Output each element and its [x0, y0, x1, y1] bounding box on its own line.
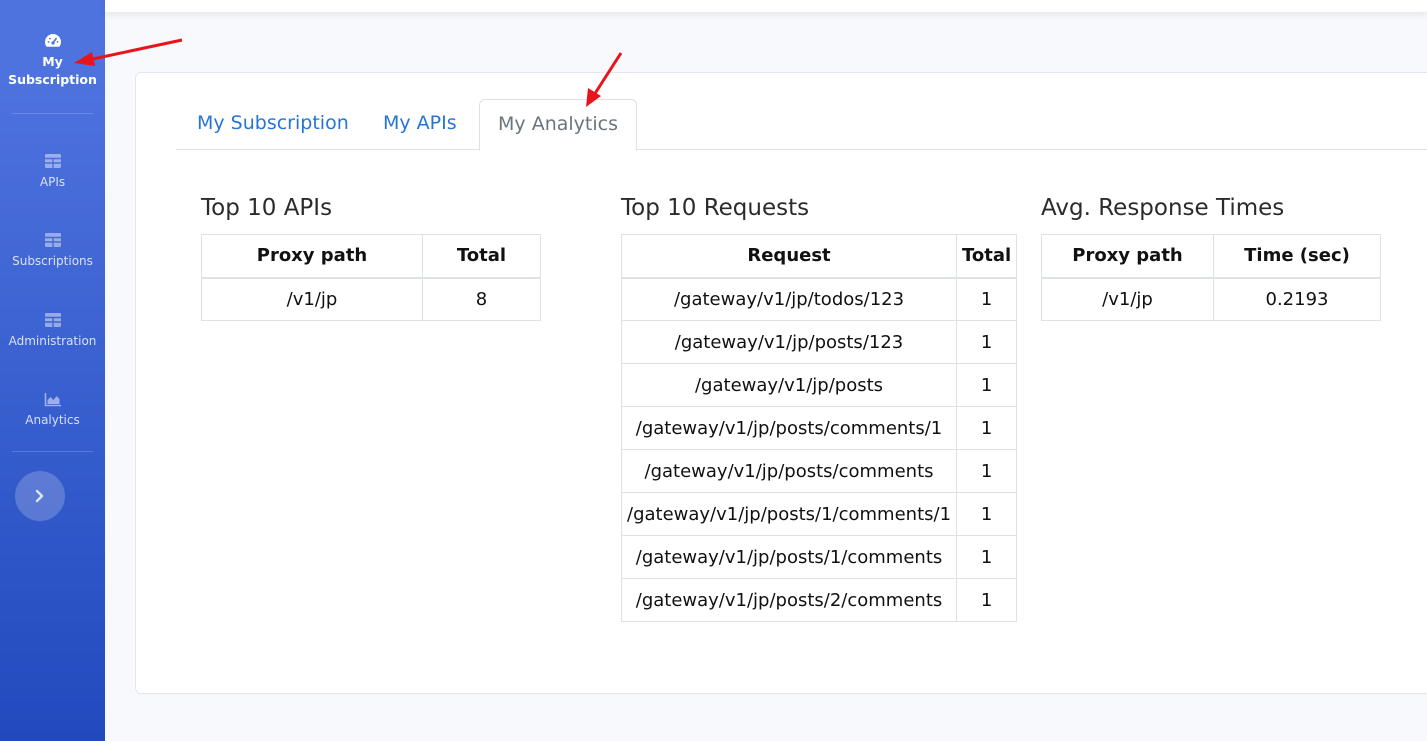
- tab-my-subscription[interactable]: My Subscription: [197, 99, 349, 150]
- table-header-row: Proxy path Time (sec): [1041, 234, 1381, 279]
- table-cell: 1: [956, 578, 1018, 622]
- column-header: Time (sec): [1213, 234, 1381, 279]
- column-header: Request: [620, 234, 958, 279]
- sidebar-item-administration[interactable]: Administration: [0, 312, 105, 350]
- table-cell: /gateway/v1/jp/posts: [620, 363, 958, 407]
- table-row: /v1/jp 0.2193: [1041, 277, 1381, 321]
- table-row: /gateway/v1/jp/posts/1/comments 1: [620, 535, 1018, 579]
- table-row: /gateway/v1/jp/posts/123 1: [620, 320, 1018, 364]
- table-cell: 8: [422, 277, 541, 321]
- table-cell: 0.2193: [1213, 277, 1381, 321]
- sidebar-item-subscriptions[interactable]: Subscriptions: [0, 232, 105, 270]
- table-cell: /v1/jp: [1041, 277, 1214, 321]
- top-requests-table: Request Total /gateway/v1/jp/todos/123 1 …: [620, 234, 1018, 622]
- top-apis-table: Proxy path Total /v1/jp 8: [201, 234, 541, 321]
- table-row: /gateway/v1/jp/todos/123 1: [620, 277, 1018, 321]
- table-cell: 1: [956, 277, 1018, 321]
- sidebar-item-label: Analytics: [25, 413, 80, 427]
- avg-response-table: Proxy path Time (sec) /v1/jp 0.2193: [1041, 234, 1381, 321]
- top-requests-title: Top 10 Requests: [621, 195, 810, 221]
- table-row: /gateway/v1/jp/posts 1: [620, 363, 1018, 407]
- tab-my-apis[interactable]: My APIs: [383, 99, 457, 150]
- sidebar-divider: [12, 113, 93, 114]
- analytics-card: My Subscription My APIs My Analytics Top…: [135, 72, 1427, 694]
- table-cell: 1: [956, 363, 1018, 407]
- tab-my-analytics[interactable]: My Analytics: [479, 99, 637, 151]
- sidebar-item-apis[interactable]: APIs: [0, 153, 105, 191]
- table-header-row: Proxy path Total: [201, 234, 541, 279]
- table-row: /gateway/v1/jp/posts/comments 1: [620, 449, 1018, 493]
- sidebar-item-label: My Subscription: [8, 54, 97, 87]
- tab-bar: My Subscription My APIs My Analytics: [176, 99, 1427, 151]
- sidebar-divider: [12, 451, 93, 452]
- topbar: [105, 0, 1427, 12]
- table-header-row: Request Total: [620, 234, 1018, 279]
- table-icon: [44, 312, 62, 328]
- table-cell: 1: [956, 320, 1018, 364]
- table-cell: 1: [956, 535, 1018, 579]
- table-icon: [44, 153, 62, 169]
- column-header: Total: [956, 234, 1018, 279]
- table-cell: /gateway/v1/jp/todos/123: [620, 277, 958, 321]
- column-header: Proxy path: [1041, 234, 1214, 279]
- sidebar-item-label: APIs: [39, 175, 66, 189]
- top-apis-title: Top 10 APIs: [201, 195, 333, 221]
- sidebar-item-label: Administration: [8, 334, 97, 348]
- sidebar-item-my-subscription[interactable]: My Subscription: [0, 33, 105, 89]
- tachometer-icon: [44, 33, 62, 49]
- table-cell: /gateway/v1/jp/posts/123: [620, 320, 958, 364]
- column-header: Total: [422, 234, 541, 279]
- table-row: /v1/jp 8: [201, 277, 541, 321]
- sidebar-item-analytics[interactable]: Analytics: [0, 391, 105, 429]
- table-cell: 1: [956, 406, 1018, 450]
- table-cell: /gateway/v1/jp/posts/comments/1: [620, 406, 958, 450]
- sidebar: My Subscription APIs Subscriptions Admin…: [0, 0, 105, 741]
- avg-response-title: Avg. Response Times: [1041, 195, 1285, 221]
- table-cell: /gateway/v1/jp/posts/1/comments: [620, 535, 958, 579]
- table-cell: 1: [956, 492, 1018, 536]
- table-cell: 1: [956, 449, 1018, 493]
- sidebar-toggle-button[interactable]: [15, 471, 65, 521]
- table-cell: /v1/jp: [201, 277, 423, 321]
- table-cell: /gateway/v1/jp/posts/comments: [620, 449, 958, 493]
- table-icon: [44, 232, 62, 248]
- column-header: Proxy path: [201, 234, 423, 279]
- table-row: /gateway/v1/jp/posts/comments/1 1: [620, 406, 1018, 450]
- sidebar-item-label: Subscriptions: [12, 254, 93, 268]
- table-cell: /gateway/v1/jp/posts/2/comments: [620, 578, 958, 622]
- table-row: /gateway/v1/jp/posts/1/comments/1 1: [620, 492, 1018, 536]
- table-row: /gateway/v1/jp/posts/2/comments 1: [620, 578, 1018, 622]
- chart-area-icon: [44, 391, 62, 407]
- table-cell: /gateway/v1/jp/posts/1/comments/1: [620, 492, 958, 536]
- chevron-right-icon: [35, 489, 44, 503]
